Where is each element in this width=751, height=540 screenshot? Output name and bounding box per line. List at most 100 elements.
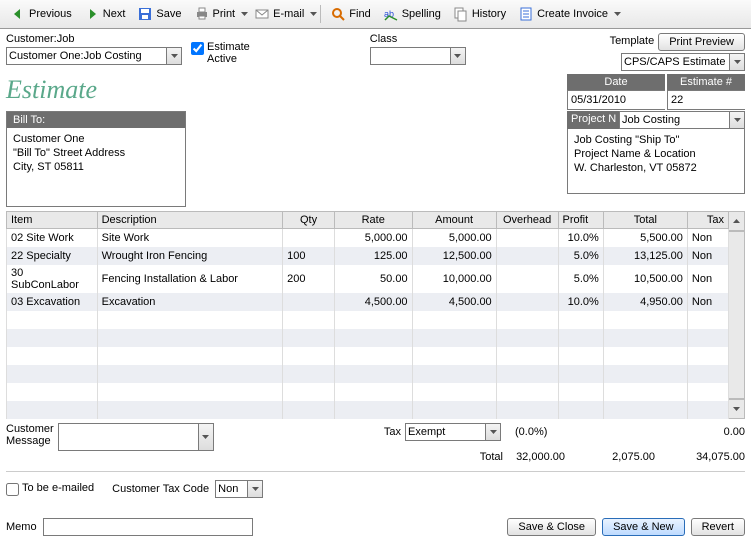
cell-tax[interactable]: Non: [687, 265, 728, 293]
cell-desc[interactable]: [97, 401, 283, 419]
chevron-down-icon[interactable]: [198, 423, 214, 451]
to-be-emailed-checkbox[interactable]: To be e-mailed: [6, 482, 94, 496]
cell-overhead[interactable]: [496, 365, 558, 383]
cell-desc[interactable]: [97, 311, 283, 329]
col-overhead[interactable]: Overhead: [496, 212, 558, 229]
cell-item[interactable]: 22 Specialty: [7, 247, 98, 265]
cell-desc[interactable]: Excavation: [97, 293, 283, 311]
cell-item[interactable]: [7, 311, 98, 329]
table-row[interactable]: [7, 383, 729, 401]
cell-tax[interactable]: [687, 329, 728, 347]
cell-amount[interactable]: [412, 365, 496, 383]
cell-item[interactable]: 02 Site Work: [7, 229, 98, 247]
col-total[interactable]: Total: [603, 212, 687, 229]
cell-item[interactable]: 03 Excavation: [7, 293, 98, 311]
cell-qty[interactable]: [283, 311, 335, 329]
estimate-num-input[interactable]: [668, 91, 751, 109]
col-qty[interactable]: Qty: [283, 212, 335, 229]
cell-overhead[interactable]: [496, 383, 558, 401]
cell-item[interactable]: [7, 329, 98, 347]
cell-rate[interactable]: [334, 311, 412, 329]
email-button[interactable]: E-mail: [248, 3, 310, 25]
cell-qty[interactable]: [283, 229, 335, 247]
class-select[interactable]: [370, 47, 470, 65]
chevron-down-icon[interactable]: [247, 480, 263, 498]
customer-job-select[interactable]: [6, 47, 191, 65]
table-row[interactable]: [7, 347, 729, 365]
cell-total[interactable]: 5,500.00: [603, 229, 687, 247]
customer-tax-code-input[interactable]: [215, 480, 247, 498]
cell-total[interactable]: 13,125.00: [603, 247, 687, 265]
print-dropdown[interactable]: [241, 12, 248, 16]
cell-overhead[interactable]: [496, 265, 558, 293]
cell-profit[interactable]: 5.0%: [558, 265, 603, 293]
cell-overhead[interactable]: [496, 311, 558, 329]
tax-select[interactable]: [405, 423, 515, 441]
cell-item[interactable]: 30 SubConLabor: [7, 265, 98, 293]
cell-rate[interactable]: [334, 347, 412, 365]
project-select[interactable]: [619, 111, 745, 129]
cell-rate[interactable]: [334, 329, 412, 347]
cell-rate[interactable]: 50.00: [334, 265, 412, 293]
col-rate[interactable]: Rate: [334, 212, 412, 229]
cell-total[interactable]: [603, 347, 687, 365]
cell-rate[interactable]: [334, 365, 412, 383]
cell-profit[interactable]: [558, 329, 603, 347]
cell-overhead[interactable]: [496, 329, 558, 347]
cell-tax[interactable]: [687, 401, 728, 419]
table-row[interactable]: [7, 401, 729, 419]
col-profit[interactable]: Profit: [558, 212, 603, 229]
cell-tax[interactable]: Non: [687, 247, 728, 265]
table-row[interactable]: [7, 329, 729, 347]
chevron-down-icon[interactable]: [729, 53, 745, 71]
print-preview-button[interactable]: Print Preview: [658, 33, 745, 51]
chevron-down-icon[interactable]: [166, 47, 182, 65]
cell-overhead[interactable]: [496, 401, 558, 419]
cell-tax[interactable]: [687, 347, 728, 365]
cell-desc[interactable]: Fencing Installation & Labor: [97, 265, 283, 293]
cell-overhead[interactable]: [496, 347, 558, 365]
create-invoice-button[interactable]: Create Invoice: [512, 3, 614, 25]
cell-amount[interactable]: 10,000.00: [412, 265, 496, 293]
cell-total[interactable]: [603, 383, 687, 401]
cell-qty[interactable]: [283, 293, 335, 311]
cell-item[interactable]: [7, 383, 98, 401]
chevron-down-icon[interactable]: [485, 423, 501, 441]
cell-tax[interactable]: [687, 383, 728, 401]
cell-tax[interactable]: [687, 365, 728, 383]
cell-amount[interactable]: 12,500.00: [412, 247, 496, 265]
cell-rate[interactable]: [334, 401, 412, 419]
cell-item[interactable]: [7, 365, 98, 383]
revert-button[interactable]: Revert: [691, 518, 745, 536]
spelling-button[interactable]: ab Spelling: [377, 3, 447, 25]
cell-amount[interactable]: [412, 383, 496, 401]
cell-total[interactable]: 4,950.00: [603, 293, 687, 311]
customer-message-input[interactable]: [58, 423, 198, 451]
col-desc[interactable]: Description: [97, 212, 283, 229]
cell-amount[interactable]: [412, 311, 496, 329]
ship-to-body[interactable]: Job Costing "Ship To" Project Name & Loc…: [568, 129, 744, 193]
cell-total[interactable]: [603, 329, 687, 347]
previous-button[interactable]: Previous: [4, 3, 78, 25]
cell-overhead[interactable]: [496, 247, 558, 265]
tax-input[interactable]: [405, 423, 485, 441]
chevron-down-icon[interactable]: [729, 111, 745, 129]
cell-amount[interactable]: 5,000.00: [412, 229, 496, 247]
cell-profit[interactable]: [558, 311, 603, 329]
cell-qty[interactable]: 100: [283, 247, 335, 265]
estimate-active-input[interactable]: [191, 42, 204, 55]
scrollbar-track[interactable]: [729, 231, 745, 399]
customer-message-select[interactable]: [58, 423, 214, 451]
cell-tax[interactable]: Non: [687, 293, 728, 311]
memo-input[interactable]: [43, 518, 253, 536]
cell-tax[interactable]: [687, 311, 728, 329]
cell-qty[interactable]: [283, 401, 335, 419]
table-row[interactable]: 22 SpecialtyWrought Iron Fencing100125.0…: [7, 247, 729, 265]
cell-desc[interactable]: Site Work: [97, 229, 283, 247]
find-button[interactable]: Find: [324, 3, 376, 25]
table-row[interactable]: 30 SubConLaborFencing Installation & Lab…: [7, 265, 729, 293]
table-row[interactable]: 03 ExcavationExcavation4,500.004,500.001…: [7, 293, 729, 311]
estimate-active-checkbox[interactable]: Estimate Active: [191, 41, 250, 65]
cell-item[interactable]: [7, 401, 98, 419]
cell-total[interactable]: [603, 311, 687, 329]
